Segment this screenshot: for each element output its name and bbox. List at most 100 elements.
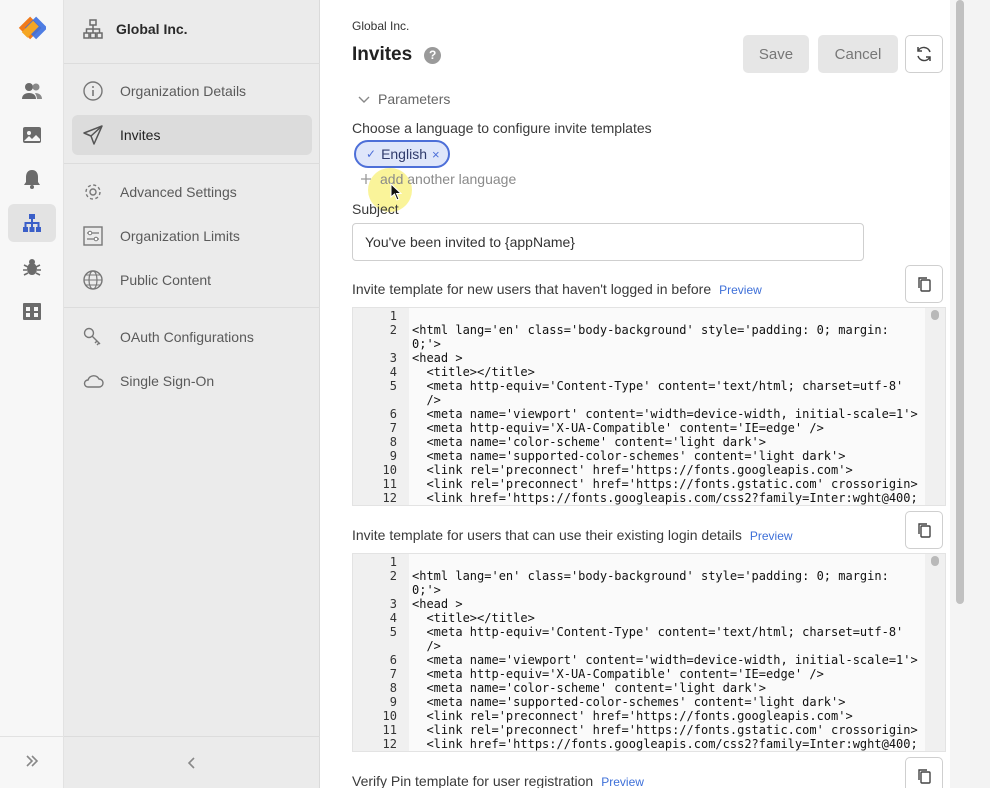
code-editor-new-users[interactable]: 1 2 <html lang='en' class='body-background…	[352, 307, 946, 506]
org-name: Global Inc.	[116, 21, 188, 37]
users-icon[interactable]	[8, 72, 56, 110]
code-line: 3 <head >	[353, 351, 927, 365]
preview-link[interactable]: Preview	[750, 529, 793, 543]
parameters-label: Parameters	[378, 91, 451, 107]
code-line: 1	[353, 309, 927, 323]
code-line: 11 <link rel='preconnect' href='https://…	[353, 723, 927, 737]
code-text: <meta http-equiv='X-UA-Compatible' conte…	[412, 667, 824, 681]
code-text: <meta name='color-scheme' content='light…	[412, 435, 767, 449]
nav-item-single-sign-on[interactable]: Single Sign-On	[72, 361, 312, 401]
code-line: 9 <meta name='supported-color-schemes' c…	[353, 449, 927, 463]
code-text: />	[412, 639, 441, 653]
code-line: 1	[353, 555, 927, 569]
nav-item-public-content[interactable]: Public Content	[72, 260, 312, 300]
line-number: 9	[389, 695, 397, 709]
collapse-nav-button[interactable]	[64, 736, 320, 788]
nav-item-oauth-configurations[interactable]: OAuth Configurations	[72, 317, 312, 357]
remove-chip-icon[interactable]: ×	[432, 147, 440, 162]
code-text: <link href='https://fonts.googleapis.com…	[412, 491, 918, 505]
code-text: 0;'>	[412, 583, 441, 597]
page-scroll-thumb[interactable]	[956, 0, 964, 604]
code-text: <meta name='color-scheme' content='light…	[412, 681, 767, 695]
editor-scrollbar[interactable]	[925, 554, 945, 751]
chevron-down-icon	[358, 96, 370, 103]
code-text: <head >	[412, 351, 463, 365]
copy-template-button[interactable]	[905, 511, 943, 549]
store-icon[interactable]	[8, 292, 56, 330]
nav-item-label: Organization Details	[120, 83, 247, 99]
nav-item-organization-details[interactable]: Organization Details	[72, 71, 312, 111]
gear-icon	[85, 184, 101, 200]
page-scrollbar[interactable]	[950, 0, 970, 788]
line-number: 2	[389, 569, 397, 583]
code-line: 6 <meta name='viewport' content='width=d…	[353, 653, 927, 667]
org-header: Global Inc.	[82, 18, 188, 40]
template-existing-users-title: Invite template for users that can use t…	[352, 527, 742, 543]
line-number: 5	[389, 625, 397, 639]
image-icon[interactable]	[8, 116, 56, 154]
subject-value: You've been invited to {appName}	[365, 234, 575, 250]
language-chip-english[interactable]: ✓ English ×	[354, 140, 450, 168]
code-line: 7 <meta http-equiv='X-UA-Compatible' con…	[353, 667, 927, 681]
code-text: <meta name='supported-color-schemes' con…	[412, 695, 846, 709]
code-text: <meta http-equiv='X-UA-Compatible' conte…	[412, 421, 824, 435]
nav-item-label: Advanced Settings	[120, 184, 237, 200]
line-number: 11	[382, 477, 397, 491]
copy-template-button[interactable]	[905, 265, 943, 303]
line-number: 6	[389, 653, 397, 667]
line-number: 10	[382, 709, 397, 723]
bug-icon[interactable]	[8, 248, 56, 286]
code-line: 4 <title></title>	[353, 365, 927, 379]
help-icon[interactable]: ?	[424, 46, 442, 64]
line-number: 3	[389, 597, 397, 611]
save-button[interactable]: Save	[743, 35, 809, 73]
icon-rail	[0, 0, 64, 788]
line-number: 11	[382, 723, 397, 737]
line-number: 8	[389, 681, 397, 695]
code-line: 3 <head >	[353, 597, 927, 611]
code-line: 7 <meta http-equiv='X-UA-Compatible' con…	[353, 421, 927, 435]
double-chevron-right-icon	[26, 754, 39, 767]
parameters-toggle[interactable]: Parameters	[358, 91, 450, 107]
expand-rail-button[interactable]	[0, 736, 64, 784]
subject-input[interactable]: You've been invited to {appName}	[352, 223, 864, 261]
code-text: <meta name='viewport' content='width=dev…	[412, 407, 918, 421]
preview-link[interactable]: Preview	[601, 775, 644, 788]
bell-icon[interactable]	[8, 160, 56, 198]
code-text: <meta http-equiv='Content-Type' content=…	[412, 625, 904, 639]
code-text: <link rel='preconnect' href='https://fon…	[412, 463, 853, 477]
line-number: 4	[389, 365, 397, 379]
code-editor-existing-users[interactable]: 1 2 <html lang='en' class='body-background…	[352, 553, 946, 752]
line-number: 8	[389, 435, 397, 449]
app-logo-icon[interactable]	[16, 15, 48, 45]
chevron-left-icon	[187, 756, 195, 769]
editor-scrollbar[interactable]	[925, 308, 945, 505]
nav-item-invites[interactable]: Invites	[72, 115, 312, 155]
globe-icon	[83, 270, 103, 290]
refresh-button[interactable]	[905, 35, 943, 73]
line-number: 6	[389, 407, 397, 421]
code-line: 6 <meta name='viewport' content='width=d…	[353, 407, 927, 421]
mouse-cursor-icon	[390, 183, 402, 201]
limits-icon	[83, 226, 103, 246]
add-language-button[interactable]: add another language	[360, 171, 516, 187]
copy-icon	[918, 277, 931, 292]
template-new-users-label: Invite template for new users that haven…	[352, 281, 762, 297]
breadcrumb[interactable]: Global Inc.	[352, 19, 409, 33]
key-icon	[83, 327, 101, 346]
code-text: <head >	[412, 597, 463, 611]
cancel-button[interactable]: Cancel	[818, 35, 898, 73]
copy-template-button[interactable]	[905, 757, 943, 788]
subject-label: Subject	[352, 201, 399, 217]
nav-divider	[64, 163, 320, 164]
code-line: 4 <title></title>	[353, 611, 927, 625]
template-verify-pin-title: Verify Pin template for user registratio…	[352, 773, 594, 788]
nav-item-advanced-settings[interactable]: Advanced Settings	[72, 172, 312, 212]
preview-link[interactable]: Preview	[719, 283, 762, 297]
nav-item-organization-limits[interactable]: Organization Limits	[72, 216, 312, 256]
info-icon	[83, 81, 103, 101]
line-number: 3	[389, 351, 397, 365]
org-hierarchy-icon[interactable]	[8, 204, 56, 242]
main-panel: Global Inc. Invites ? Save Cancel Parame…	[320, 0, 970, 788]
code-text: <meta http-equiv='Content-Type' content=…	[412, 379, 904, 393]
